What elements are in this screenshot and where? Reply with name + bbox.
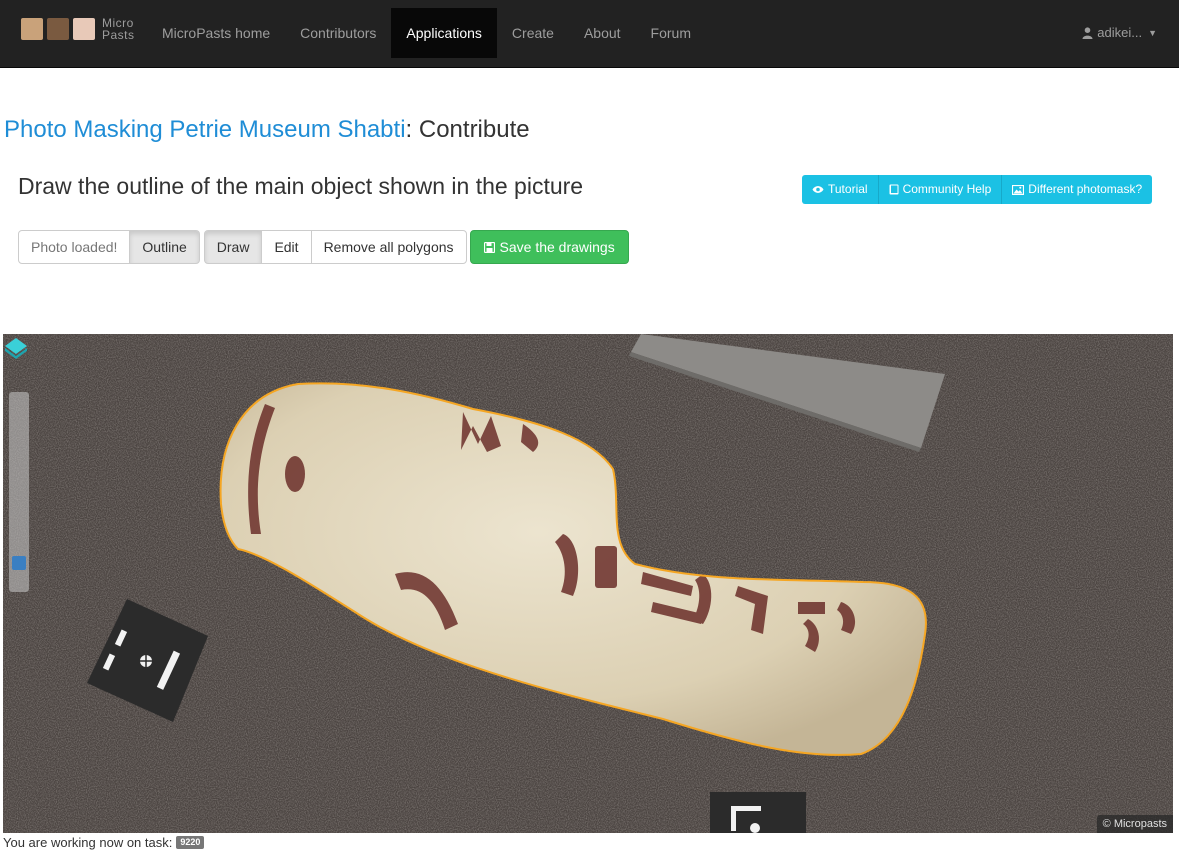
map-attribution: © Micropasts (1096, 815, 1173, 833)
remove-all-polygons-button[interactable]: Remove all polygons (310, 230, 467, 264)
nav-item-contributors[interactable]: Contributors (285, 8, 391, 58)
floppy-disk-icon (483, 241, 495, 253)
community-help-button[interactable]: Community Help (878, 175, 1003, 204)
user-menu[interactable]: adikei... ▼ (1082, 8, 1157, 58)
user-name: adikei... (1097, 25, 1143, 40)
user-icon (1082, 27, 1093, 39)
nav-item-home[interactable]: MicroPasts home (147, 8, 285, 58)
tutorial-label: Tutorial (828, 182, 868, 196)
different-photomask-button[interactable]: Different photomask? (1002, 175, 1153, 204)
photo-image (3, 334, 1173, 833)
main-nav: MicroPasts home Contributors Application… (147, 8, 706, 58)
nav-item-create[interactable]: Create (497, 8, 569, 58)
nav-item-forum[interactable]: Forum (636, 8, 706, 58)
brand-thumb-2 (47, 18, 69, 40)
tutorial-button[interactable]: Tutorial (802, 175, 879, 204)
calibration-card-bottom (710, 792, 806, 833)
page-title: Photo Masking Petrie Museum Shabti: Cont… (4, 116, 530, 144)
brand-thumb-1 (21, 18, 43, 40)
outline-button[interactable]: Outline (129, 230, 200, 264)
zoom-slider-handle[interactable] (12, 556, 26, 570)
picture-icon (1012, 184, 1025, 195)
brand-text: Micro Pasts (102, 17, 135, 41)
help-button-group: Tutorial Community Help Different photom… (802, 175, 1153, 204)
brand-line-2: Pasts (102, 28, 135, 42)
draw-button[interactable]: Draw (203, 230, 263, 264)
photo-status-button: Photo loaded! (18, 230, 131, 264)
page-title-suffix: : Contribute (405, 116, 530, 143)
brand-logo[interactable]: Micro Pasts (21, 16, 135, 42)
top-navbar: Micro Pasts MicroPasts home Contributors… (0, 0, 1179, 68)
photo-map-canvas[interactable]: © Micropasts (3, 334, 1173, 833)
edit-button[interactable]: Edit (261, 230, 312, 264)
save-drawings-label: Save the drawings (499, 239, 615, 255)
layers-icon[interactable] (3, 334, 29, 360)
different-photomask-label: Different photomask? (1028, 182, 1143, 196)
app-name-link[interactable]: Photo Masking Petrie Museum Shabti (4, 116, 406, 143)
zoom-slider[interactable] (9, 392, 29, 592)
brand-thumb-3 (73, 18, 95, 40)
nav-item-about[interactable]: About (569, 8, 636, 58)
community-help-label: Community Help (902, 182, 992, 196)
chevron-down-icon: ▼ (1148, 28, 1157, 38)
save-drawings-button[interactable]: Save the drawings (469, 230, 629, 264)
nav-item-applications[interactable]: Applications (391, 8, 497, 58)
task-question: Draw the outline of the main object show… (18, 173, 584, 199)
eye-icon (812, 186, 824, 193)
task-id-badge: 9220 (176, 836, 205, 849)
book-icon (889, 184, 899, 195)
drawing-toolbar: Photo loaded! Outline Draw Edit Remove a… (18, 230, 629, 264)
